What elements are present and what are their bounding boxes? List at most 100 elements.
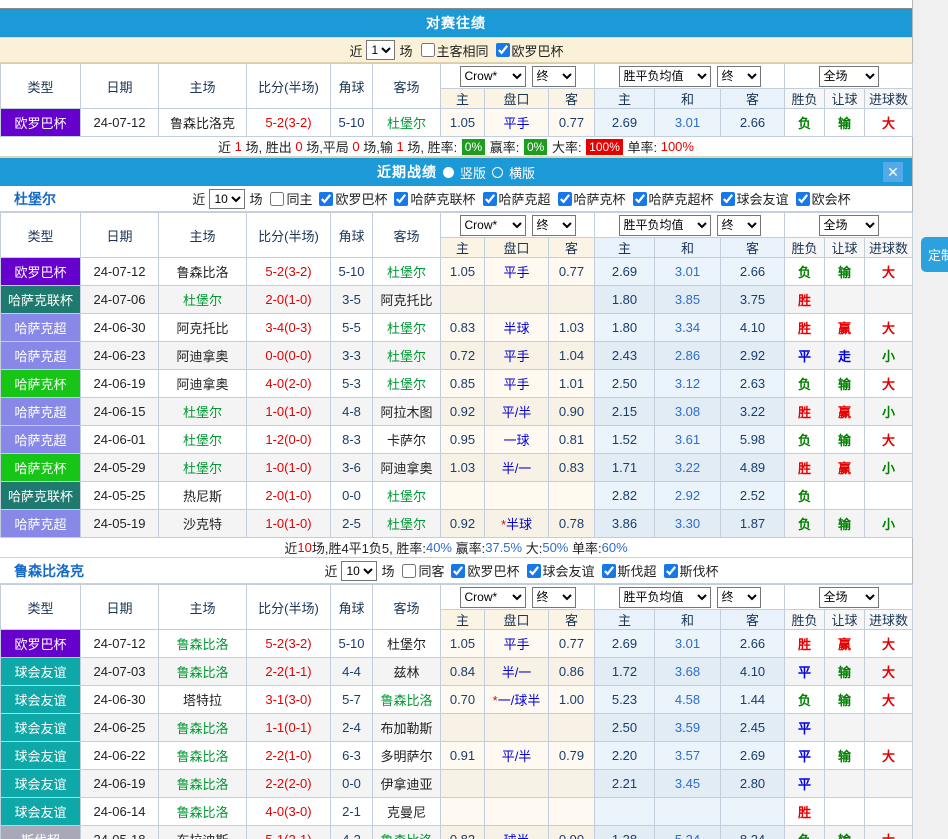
avg-draw-cell: 3.01 bbox=[655, 258, 721, 286]
close-icon[interactable]: ✕ bbox=[883, 162, 903, 182]
checkbox-icon[interactable] bbox=[721, 192, 735, 206]
final-select[interactable]: 终 bbox=[532, 66, 576, 87]
h2h-header-bar: 对赛往绩 bbox=[0, 9, 912, 37]
league-checkbox[interactable]: 哈萨克超 bbox=[483, 189, 551, 208]
checkbox-icon[interactable] bbox=[483, 192, 497, 206]
league-checkbox[interactable]: 球会友谊 bbox=[721, 189, 789, 208]
avg-select[interactable]: 胜平负均值 bbox=[619, 215, 711, 236]
crow-select[interactable]: Crow* bbox=[460, 215, 526, 236]
final-select[interactable]: 终 bbox=[532, 215, 576, 236]
home-team-cell: 阿迪拿奥 bbox=[159, 342, 247, 370]
checkbox-icon[interactable] bbox=[633, 192, 647, 206]
same-venue-checkbox[interactable]: 同主 bbox=[270, 189, 312, 208]
summary-text: 37.5% bbox=[485, 540, 522, 555]
checkbox-icon[interactable] bbox=[402, 564, 416, 578]
table-row: 欧罗巴杯24-07-12鲁森比洛克5-2(3-2)5-10杜堡尔1.05平手0.… bbox=[1, 109, 913, 137]
final-select[interactable]: 终 bbox=[532, 587, 576, 608]
same-venue-checkbox[interactable]: 主客相同 bbox=[421, 41, 489, 60]
sub-header-cell: 胜负 bbox=[785, 610, 825, 630]
final-select-2[interactable]: 终 bbox=[717, 587, 761, 608]
league-checkbox-label: 哈萨克超杯 bbox=[649, 189, 714, 208]
crow-home-odds-cell: 0.70 bbox=[441, 686, 485, 714]
checkbox-icon[interactable] bbox=[496, 43, 510, 57]
checkbox-icon[interactable] bbox=[451, 564, 465, 578]
sub-header-cell: 和 bbox=[655, 238, 721, 258]
home-team-cell: 鲁森比洛 bbox=[159, 798, 247, 826]
handicap-cell bbox=[485, 770, 549, 798]
layout-radio-vertical[interactable]: 竖版 bbox=[443, 163, 486, 182]
handicap-cell bbox=[485, 798, 549, 826]
result-group: 全场 bbox=[785, 585, 913, 610]
league-checkbox[interactable]: 哈萨克联杯 bbox=[394, 189, 475, 208]
customize-side-button[interactable]: 定制 bbox=[921, 237, 948, 272]
date-cell: 24-06-23 bbox=[81, 342, 159, 370]
final-select-2[interactable]: 终 bbox=[717, 66, 761, 87]
crow-select[interactable]: Crow* bbox=[460, 66, 526, 87]
layout-radio-horizontal[interactable]: 横版 bbox=[492, 163, 535, 182]
scope-select[interactable]: 全场 bbox=[819, 215, 879, 236]
avg-home-cell: 3.86 bbox=[595, 510, 655, 538]
result-goals-cell: 小 bbox=[865, 398, 913, 426]
avg-select[interactable]: 胜平负均值 bbox=[619, 66, 711, 87]
league-checkbox[interactable]: 斯伐超 bbox=[602, 561, 657, 580]
result-goals-cell: 小 bbox=[865, 342, 913, 370]
summary-text: 场, 胜率: bbox=[404, 137, 461, 156]
checkbox-icon[interactable] bbox=[664, 564, 678, 578]
checkbox-icon[interactable] bbox=[319, 192, 333, 206]
home-team-cell: 东拉迪斯 bbox=[159, 826, 247, 839]
scope-select[interactable]: 全场 bbox=[819, 587, 879, 608]
result-goals-cell: 小 bbox=[865, 510, 913, 538]
avg-draw-cell: 3.59 bbox=[655, 714, 721, 742]
table-row: 斯伐超24-05-18东拉迪斯5-1(2-1)4-2鲁森比洛0.82球半0.90… bbox=[1, 826, 913, 839]
league-checkbox[interactable]: 哈萨克超杯 bbox=[633, 189, 714, 208]
sub-header-cell: 主 bbox=[441, 238, 485, 258]
type-cell: 哈萨克超 bbox=[1, 314, 81, 342]
scope-select[interactable]: 全场 bbox=[819, 66, 879, 87]
avg-draw-cell: 3.34 bbox=[655, 314, 721, 342]
handicap-cell: 平/半 bbox=[485, 742, 549, 770]
avg-home-cell: 2.21 bbox=[595, 770, 655, 798]
crow-away-odds-cell bbox=[549, 286, 595, 314]
near-count-select[interactable]: 10 bbox=[341, 561, 377, 581]
final-select-2[interactable]: 终 bbox=[717, 215, 761, 236]
league-checkbox[interactable]: 欧罗巴杯 bbox=[319, 189, 387, 208]
avg-select[interactable]: 胜平负均值 bbox=[619, 587, 711, 608]
avg-away-cell: 2.52 bbox=[721, 482, 785, 510]
away-team-cell: 卡萨尔 bbox=[373, 426, 441, 454]
recent-results-title: 近期战绩 bbox=[377, 162, 437, 182]
checkbox-icon[interactable] bbox=[527, 564, 541, 578]
checkbox-icon[interactable] bbox=[602, 564, 616, 578]
result-handicap-cell: 走 bbox=[825, 342, 865, 370]
match-table: 类型日期主场比分(半场)角球客场Crow*终胜平负均值终全场主盘口客主和客胜负让… bbox=[0, 63, 913, 137]
checkbox-icon[interactable] bbox=[421, 43, 435, 57]
radio-selected-icon[interactable] bbox=[443, 167, 454, 178]
league-checkbox[interactable]: 哈萨克杯 bbox=[558, 189, 626, 208]
result-wdl-cell: 负 bbox=[785, 109, 825, 137]
result-handicap-cell bbox=[825, 286, 865, 314]
league-checkbox[interactable]: 球会友谊 bbox=[527, 561, 595, 580]
radio-unselected-icon[interactable] bbox=[492, 167, 503, 178]
home-team-cell: 鲁森比洛克 bbox=[159, 109, 247, 137]
corner-cell: 5-5 bbox=[331, 314, 373, 342]
checkbox-icon[interactable] bbox=[270, 192, 284, 206]
crow-home-odds-cell: 1.05 bbox=[441, 258, 485, 286]
checkbox-icon[interactable] bbox=[558, 192, 572, 206]
checkbox-icon[interactable] bbox=[796, 192, 810, 206]
summary-text: 赢率: bbox=[486, 137, 523, 156]
date-cell: 24-07-12 bbox=[81, 258, 159, 286]
avg-home-cell: 1.52 bbox=[595, 426, 655, 454]
league-checkbox[interactable]: 斯伐杯 bbox=[664, 561, 719, 580]
league-checkbox[interactable]: 欧罗巴杯 bbox=[496, 41, 564, 60]
away-team-cell: 杜堡尔 bbox=[373, 630, 441, 658]
away-team-cell: 鲁森比洛 bbox=[373, 686, 441, 714]
near-count-select[interactable]: 1 bbox=[366, 40, 395, 60]
near-count-select[interactable]: 10 bbox=[209, 189, 245, 209]
crow-select[interactable]: Crow* bbox=[460, 587, 526, 608]
league-checkbox[interactable]: 欧会杯 bbox=[796, 189, 851, 208]
same-venue-checkbox[interactable]: 同客 bbox=[402, 561, 444, 580]
league-checkbox[interactable]: 欧罗巴杯 bbox=[451, 561, 519, 580]
home-team-cell: 鲁森比洛 bbox=[159, 658, 247, 686]
corner-cell: 5-3 bbox=[331, 370, 373, 398]
checkbox-icon[interactable] bbox=[394, 192, 408, 206]
crow-away-odds-cell: 0.77 bbox=[549, 258, 595, 286]
